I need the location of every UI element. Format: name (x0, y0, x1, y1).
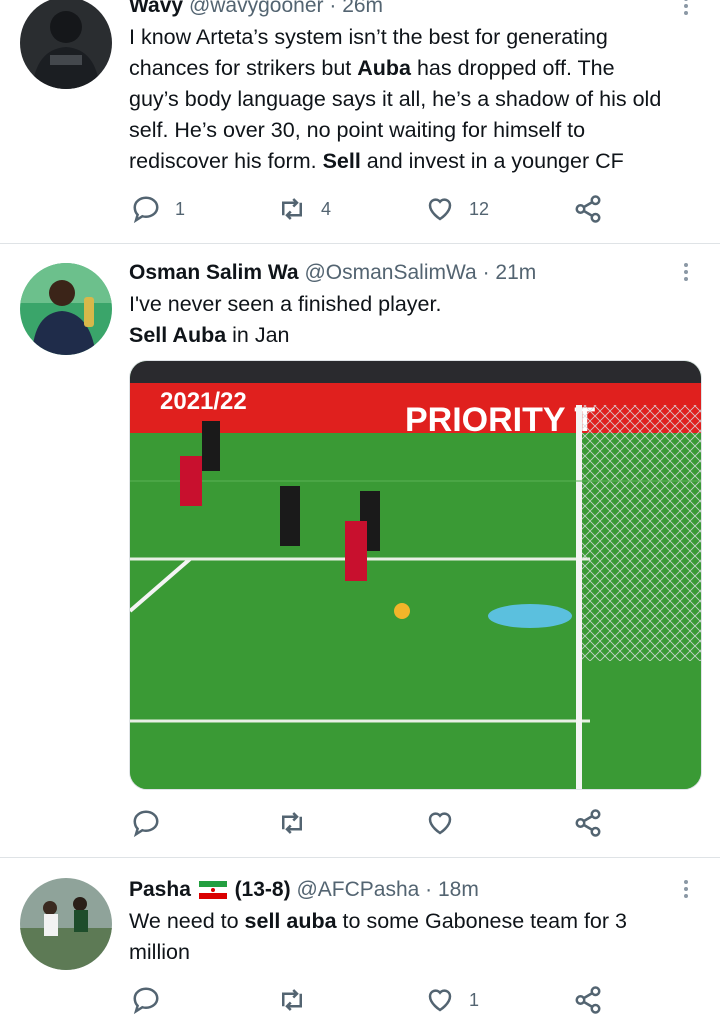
tweet-text: I know Arteta’s system isn’t the best fo… (129, 22, 689, 177)
tweet-text: I've never seen a finished player. Sell A… (129, 289, 689, 351)
tweet-text-line: I know Arteta’s system isn’t the best fo… (129, 22, 689, 53)
heart-icon (428, 989, 452, 1012)
more-options-icon[interactable] (676, 0, 696, 15)
tweet-header: Wavy @wavygooner · 26m (129, 0, 383, 19)
tweet-header: Pasha (13-8) @AFCPasha · 18m (129, 877, 479, 903)
text-segment: self. He’s over 30, no point waiting for… (129, 118, 586, 142)
tweet-text-line: guy’s body language says it all, he’s a … (129, 84, 689, 115)
avatar[interactable] (20, 878, 112, 970)
text-segment: million (129, 940, 190, 964)
tweet-1[interactable]: Wavy @wavygooner · 26m I know Arteta’s s… (0, 0, 720, 243)
retweet-icon (282, 989, 302, 1011)
highlighted-keyword: Sell (322, 149, 361, 173)
avatar[interactable] (20, 263, 112, 355)
retweet-button[interactable] (277, 805, 321, 841)
tweet-text-line: chances for strikers but Auba has droppe… (129, 53, 689, 84)
banner-season-text: 2021/22 (160, 388, 247, 415)
reply-button[interactable] (131, 805, 175, 841)
text-segment: and invest in a younger CF (360, 149, 624, 173)
reply-icon (133, 987, 159, 1015)
avatar[interactable] (20, 0, 112, 89)
separator: · (329, 0, 337, 17)
tweet-text-line: We need to sell auba to some Gabonese te… (129, 906, 689, 937)
text-segment: in Jan (226, 323, 290, 347)
like-button[interactable]: 12 (425, 191, 489, 227)
display-name[interactable]: Osman Salim Wa (129, 261, 299, 284)
like-button[interactable] (425, 805, 469, 841)
retweet-button[interactable]: 4 (277, 191, 331, 227)
display-name-suffix[interactable]: (13-8) (235, 878, 291, 901)
tweet-text-line: self. He’s over 30, no point waiting for… (129, 115, 689, 146)
timestamp[interactable]: 21m (495, 261, 536, 284)
text-segment: to some Gabonese team for 3 (336, 909, 627, 933)
timestamp[interactable]: 18m (438, 878, 479, 901)
share-icon (575, 809, 601, 837)
tweet-actions (0, 805, 720, 841)
heart-icon (428, 812, 452, 835)
share-icon (575, 986, 601, 1014)
tweet-actions: 1 4 12 (0, 191, 720, 227)
reply-button[interactable]: 1 (131, 191, 185, 227)
timestamp[interactable]: 26m (342, 0, 383, 17)
iran-flag-icon (198, 881, 227, 899)
highlighted-keyword: sell auba (244, 909, 337, 933)
like-count: 12 (469, 198, 490, 219)
display-name[interactable]: Pasha (129, 878, 191, 901)
share-button[interactable] (573, 191, 603, 227)
user-handle[interactable]: @AFCPasha (296, 878, 419, 901)
banner-priority-text: PRIORITY T (405, 401, 595, 439)
reply-count: 1 (175, 198, 186, 219)
tweet-media-photo[interactable]: 2021/22 PRIORITY T (129, 360, 702, 790)
tweet-3[interactable]: Pasha (13-8) @AFCPasha · 18m We need to … (0, 858, 720, 1019)
heart-icon (428, 198, 452, 221)
tweet-text-line: rediscover his form. Sell and invest in … (129, 146, 689, 177)
display-name[interactable]: Wavy (129, 0, 183, 17)
retweet-count: 4 (321, 198, 332, 219)
tweet-text: We need to sell auba to some Gabonese te… (129, 906, 689, 968)
user-handle[interactable]: @OsmanSalimWa (304, 261, 476, 284)
retweet-icon (282, 812, 302, 834)
retweet-icon (282, 198, 302, 220)
highlighted-keyword: Auba (357, 56, 411, 80)
separator: · (482, 261, 490, 284)
more-options-icon[interactable] (676, 263, 696, 281)
text-segment: has dropped off. The (410, 56, 615, 80)
text-segment: We need to (129, 909, 245, 933)
more-options-icon[interactable] (676, 880, 696, 898)
tweet-text-line: million (129, 937, 689, 968)
share-button[interactable] (573, 805, 603, 841)
reply-button[interactable] (131, 982, 175, 1018)
reply-icon (133, 196, 159, 224)
tweet-actions: 1 (0, 982, 720, 1018)
text-segment: guy’s body language says it all, he’s a … (129, 87, 662, 111)
tweet-text-line: Sell Auba in Jan (129, 320, 689, 351)
separator: · (425, 878, 433, 901)
reply-icon (133, 810, 159, 838)
retweet-button[interactable] (277, 982, 321, 1018)
like-button[interactable]: 1 (425, 982, 479, 1018)
text-segment: chances for strikers but (129, 56, 358, 80)
share-icon (575, 195, 601, 223)
user-handle[interactable]: @wavygooner (189, 0, 324, 17)
tweet-text-line: I've never seen a finished player. (129, 289, 689, 320)
tweet-2[interactable]: Osman Salim Wa @OsmanSalimWa · 21m I've … (0, 244, 720, 857)
tweet-header: Osman Salim Wa @OsmanSalimWa · 21m (129, 260, 536, 286)
like-count: 1 (469, 989, 480, 1010)
text-segment: I know Arteta’s system isn’t the best fo… (129, 25, 608, 49)
share-button[interactable] (573, 982, 603, 1018)
text-segment: I've never seen a finished player. (129, 292, 442, 316)
text-segment: rediscover his form. (129, 149, 323, 173)
highlighted-keyword: Sell Auba (129, 323, 227, 347)
